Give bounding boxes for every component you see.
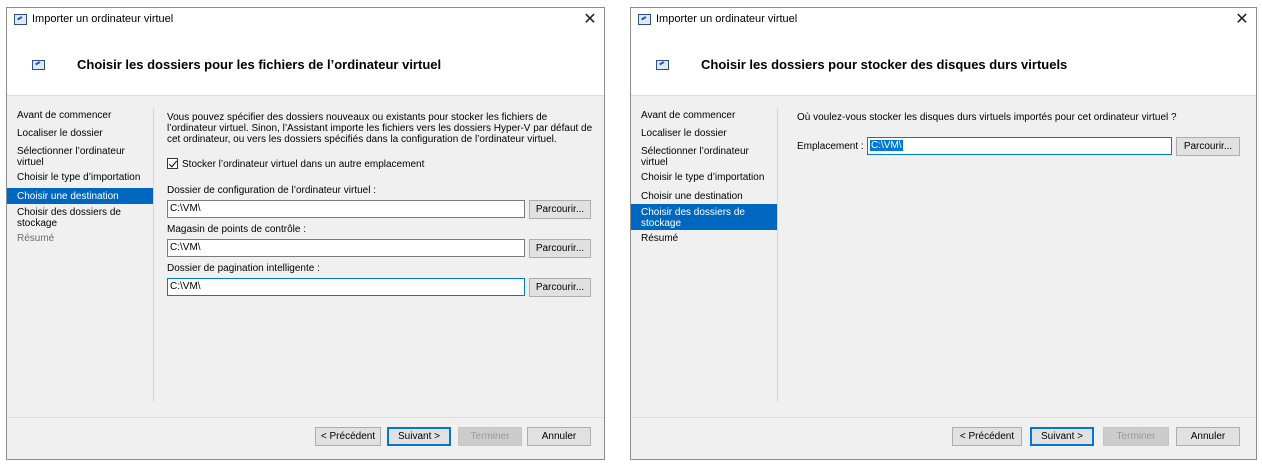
- wizard-header: Choisir les dossiers pour les fichiers d…: [7, 31, 604, 96]
- next-button[interactable]: Suivant >: [387, 427, 451, 446]
- description-text: Vous pouvez spécifier des dossiers nouve…: [167, 112, 593, 145]
- import-vm-dialog-destination-folders: Importer un ordinateur virtuel ✕ Choisir…: [6, 7, 605, 460]
- title-bar: Importer un ordinateur virtuel ✕: [631, 8, 1256, 31]
- wizard-steps-nav: Avant de commencer Localiser le dossier …: [7, 107, 153, 248]
- footer-divider: [7, 417, 604, 418]
- nav-step-select-vm[interactable]: Sélectionner l’ordinateur virtuel: [631, 143, 777, 169]
- page-title: Choisir les dossiers pour les fichiers d…: [77, 57, 442, 72]
- nav-step-summary: Résumé: [17, 233, 55, 244]
- previous-button[interactable]: < Précédent: [952, 427, 1022, 446]
- smart-paging-label: Dossier de pagination intelligente :: [167, 263, 320, 274]
- nav-step-storage-folders[interactable]: Choisir des dossiers de stockage: [631, 204, 777, 230]
- content-area: Vous pouvez spécifier des dossiers nouve…: [167, 112, 592, 297]
- location-input-value: C:\VM\: [870, 140, 903, 151]
- page-title: Choisir les dossiers pour stocker des di…: [701, 57, 1068, 72]
- checkbox-label: Stocker l’ordinateur virtuel dans un aut…: [182, 159, 425, 170]
- location-label: Emplacement :: [797, 141, 864, 152]
- nav-step-before-you-begin[interactable]: Avant de commencer: [631, 107, 777, 125]
- config-folder-label: Dossier de configuration de l’ordinateur…: [167, 185, 376, 196]
- smart-paging-input[interactable]: C:\VM\: [167, 278, 525, 296]
- location-browse-button[interactable]: Parcourir...: [1176, 137, 1240, 156]
- config-folder-browse-button[interactable]: Parcourir...: [529, 200, 591, 219]
- wizard-header-icon: [32, 60, 45, 70]
- nav-step-import-type[interactable]: Choisir le type d’importation: [631, 169, 777, 188]
- nav-step-locate-folder[interactable]: Localiser le dossier: [7, 125, 153, 143]
- nav-step-locate-folder[interactable]: Localiser le dossier: [631, 125, 777, 143]
- nav-step-select-vm[interactable]: Sélectionner l’ordinateur virtuel: [7, 143, 153, 169]
- next-button[interactable]: Suivant >: [1030, 427, 1094, 446]
- cancel-button[interactable]: Annuler: [527, 427, 591, 446]
- location-input[interactable]: C:\VM\: [867, 137, 1172, 155]
- checkpoint-store-input[interactable]: C:\VM\: [167, 239, 525, 257]
- title-bar: Importer un ordinateur virtuel ✕: [7, 8, 604, 31]
- previous-button[interactable]: < Précédent: [315, 427, 381, 446]
- window-title: Importer un ordinateur virtuel: [32, 13, 174, 25]
- smart-paging-browse-button[interactable]: Parcourir...: [529, 278, 591, 297]
- question-text: Où voulez-vous stocker les disques durs …: [797, 112, 1177, 123]
- wizard-header: Choisir les dossiers pour stocker des di…: [631, 31, 1256, 96]
- wizard-steps-nav: Avant de commencer Localiser le dossier …: [631, 107, 777, 248]
- close-icon[interactable]: ✕: [1231, 9, 1253, 30]
- nav-step-summary[interactable]: Résumé: [631, 230, 777, 248]
- app-icon: [638, 14, 651, 25]
- nav-step-before-you-begin[interactable]: Avant de commencer: [7, 107, 153, 125]
- cancel-button[interactable]: Annuler: [1176, 427, 1240, 446]
- checkmark-icon[interactable]: [167, 158, 178, 169]
- nav-step-import-type[interactable]: Choisir le type d’importation: [7, 169, 153, 188]
- app-icon: [14, 14, 27, 25]
- checkpoint-store-browse-button[interactable]: Parcourir...: [529, 239, 591, 258]
- nav-divider: [153, 108, 154, 402]
- close-icon[interactable]: ✕: [579, 9, 601, 30]
- import-vm-dialog-vhd-folders: Importer un ordinateur virtuel ✕ Choisir…: [630, 7, 1257, 460]
- nav-step-destination[interactable]: Choisir une destination: [7, 188, 153, 204]
- finish-button: Terminer: [458, 427, 522, 446]
- wizard-header-icon: [656, 60, 669, 70]
- window-title: Importer un ordinateur virtuel: [656, 13, 798, 25]
- store-elsewhere-option[interactable]: Stocker l’ordinateur virtuel dans un aut…: [167, 158, 424, 172]
- nav-step-storage-folders[interactable]: Choisir des dossiers de stockage: [7, 204, 153, 230]
- footer-divider: [631, 417, 1256, 418]
- config-folder-input[interactable]: C:\VM\: [167, 200, 525, 218]
- content-area: Où voulez-vous stocker les disques durs …: [797, 112, 1244, 156]
- nav-divider: [777, 108, 778, 402]
- nav-step-destination[interactable]: Choisir une destination: [631, 188, 777, 204]
- finish-button: Terminer: [1103, 427, 1169, 446]
- checkpoint-store-label: Magasin de points de contrôle :: [167, 224, 306, 235]
